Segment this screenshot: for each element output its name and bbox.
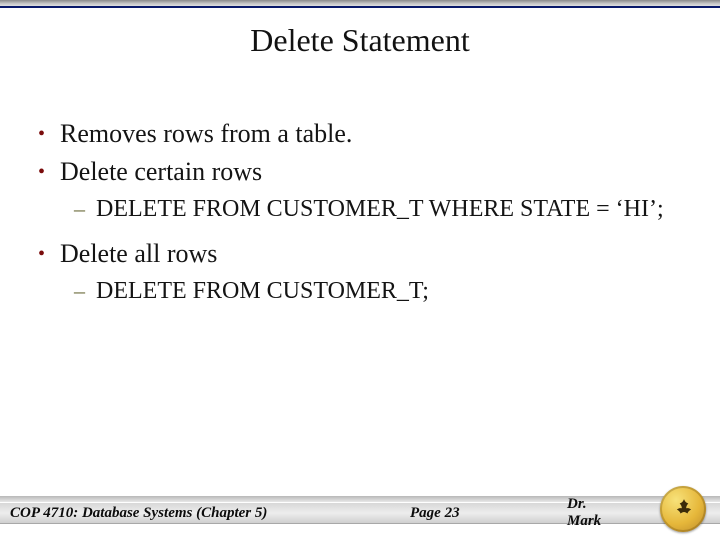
footer-course: COP 4710: Database Systems (Chapter 5) — [10, 505, 267, 522]
slide-body: • Removes rows from a table. • Delete ce… — [38, 118, 682, 320]
footer: COP 4710: Database Systems (Chapter 5) P… — [0, 482, 720, 540]
bullet-text: Delete all rows — [60, 238, 217, 270]
sub-bullet-text: DELETE FROM CUSTOMER_T; — [96, 276, 429, 306]
sub-bullet-text: DELETE FROM CUSTOMER_T WHERE STATE = ‘HI… — [96, 194, 664, 224]
footer-text-row: COP 4710: Database Systems (Chapter 5) P… — [10, 503, 620, 523]
footer-author: Dr. Mark — [567, 496, 620, 530]
institution-logo — [658, 484, 710, 536]
bullet-marker: • — [38, 156, 60, 188]
top-accent-band — [0, 0, 720, 8]
sub-bullet-marker: – — [74, 276, 96, 306]
bullet-marker: • — [38, 118, 60, 150]
bullet-item: • Delete all rows — [38, 238, 682, 270]
bullet-text: Removes rows from a table. — [60, 118, 352, 150]
sub-bullet-marker: – — [74, 194, 96, 224]
bullet-marker: • — [38, 238, 60, 270]
bullet-item: • Removes rows from a table. — [38, 118, 682, 150]
sub-bullet-item: – DELETE FROM CUSTOMER_T; — [74, 276, 682, 306]
slide-title: Delete Statement — [0, 22, 720, 59]
footer-page: Page 23 — [410, 505, 460, 522]
sub-bullet-item: – DELETE FROM CUSTOMER_T WHERE STATE = ‘… — [74, 194, 682, 224]
bullet-text: Delete certain rows — [60, 156, 262, 188]
pegasus-icon — [671, 497, 697, 523]
bullet-item: • Delete certain rows — [38, 156, 682, 188]
